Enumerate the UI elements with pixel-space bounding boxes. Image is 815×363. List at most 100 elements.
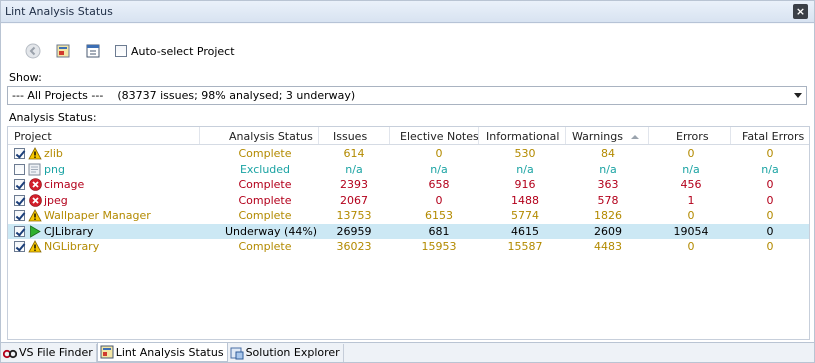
tab-lint-analysis-status[interactable]: Lint Analysis Status [96, 343, 228, 362]
lint-panel: Auto-select Project Show: --- All Projec… [1, 24, 814, 342]
column-header-issues[interactable]: Issues [333, 130, 367, 143]
informational-cell: n/a [516, 162, 534, 176]
tab-label: Solution Explorer [245, 346, 340, 359]
project-cell: NGLibrary [14, 239, 99, 254]
project-cell: CJLibrary [14, 224, 93, 239]
column-divider[interactable] [648, 127, 649, 144]
column-header-fatal-errors[interactable]: Fatal Errors [742, 130, 804, 143]
informational-cell: 916 [514, 178, 536, 191]
informational-cell: 15587 [507, 240, 543, 253]
window-title: Lint Analysis Status [5, 5, 113, 18]
project-checkbox[interactable] [14, 163, 25, 175]
project-filter-dropdown[interactable]: --- All Projects --- (83737 issues; 98% a… [7, 86, 807, 105]
back-icon[interactable] [25, 43, 41, 59]
informational-cell: 1488 [511, 193, 539, 207]
elective-notes-cell: n/a [430, 162, 448, 176]
errors-cell: 1 [687, 193, 695, 207]
project-checkbox[interactable] [14, 241, 25, 252]
table-row[interactable]: jpeg Complete 2067 0 1488 578 1 0 [8, 193, 809, 208]
column-header-elective-notes[interactable]: Elective Notes [400, 130, 479, 143]
issues-cell: 36023 [336, 240, 372, 253]
column-divider[interactable] [730, 127, 731, 144]
toolbar: Auto-select Project [25, 42, 235, 60]
fatal-errors-cell: 0 [766, 209, 774, 222]
issues-cell: 614 [343, 147, 365, 160]
elective-notes-cell: 681 [428, 224, 450, 238]
table-row[interactable]: NGLibrary Complete 36023 15953 15587 4483 0 0 [8, 239, 809, 254]
auto-select-checkbox[interactable] [115, 45, 127, 57]
table-row[interactable]: CJLibrary Underway (44%) 26959 681 4615 2609 1… [8, 223, 809, 239]
project-checkbox[interactable] [14, 210, 25, 221]
issues-cell: 2393 [340, 178, 368, 191]
issues-cell: n/a [345, 162, 363, 176]
column-header-warnings[interactable]: Warnings [572, 130, 639, 143]
project-checkbox[interactable] [14, 225, 25, 237]
analysis-status-cell: Complete [238, 193, 292, 207]
project-name: Wallpaper Manager [44, 209, 151, 222]
project-checkbox[interactable] [14, 194, 25, 206]
issues-cell: 26959 [336, 224, 372, 238]
table-row[interactable]: png Excluded n/a n/a n/a n/a n/a n/a [8, 162, 809, 177]
error-icon [28, 178, 42, 192]
column-divider[interactable] [565, 127, 566, 144]
elective-notes-cell: 0 [435, 193, 443, 207]
auto-select-project[interactable]: Auto-select Project [115, 45, 235, 58]
tab-vs-file-finder[interactable]: VS File Finder [1, 343, 97, 362]
project-name: jpeg [44, 193, 68, 207]
analysis-status-cell: Underway (44%) [225, 224, 318, 238]
fatal-errors-cell: 0 [766, 178, 774, 191]
table-row[interactable]: Wallpaper Manager Complete 13753 6153 5774 18… [8, 208, 809, 223]
column-header-analysis-status[interactable]: Analysis Status [229, 130, 313, 143]
errors-cell: 19054 [673, 224, 709, 238]
analyse-project-icon[interactable] [55, 43, 71, 59]
error-icon [28, 193, 42, 207]
filter-summary: (83737 issues; 98% analysed; 3 underway) [117, 89, 356, 102]
file-finder-icon [3, 346, 17, 360]
project-filter-value: --- All Projects --- (83737 issues; 98% a… [12, 89, 355, 102]
column-header-informational[interactable]: Informational [486, 130, 559, 143]
tab-label: VS File Finder [19, 346, 93, 359]
refresh-analysis-icon[interactable] [85, 43, 101, 59]
project-cell: cimage [14, 177, 84, 192]
column-divider[interactable] [478, 127, 479, 144]
column-header-project[interactable]: Project [14, 130, 52, 143]
column-divider[interactable] [389, 127, 390, 144]
sort-ascending-icon [630, 135, 639, 139]
table-row[interactable]: zlib Complete 614 0 530 84 0 0 [8, 146, 809, 161]
elective-notes-cell: 15953 [421, 240, 457, 253]
column-divider[interactable] [199, 127, 200, 144]
project-name: png [44, 162, 65, 176]
fatal-errors-cell: 0 [766, 224, 774, 238]
analysis-status-cell: Complete [238, 178, 292, 191]
fatal-errors-cell: 0 [766, 193, 774, 207]
elective-notes-cell: 0 [435, 147, 443, 160]
warnings-cell: n/a [599, 162, 617, 176]
errors-cell: 456 [680, 178, 702, 191]
chevron-down-icon[interactable] [794, 93, 802, 98]
warning-icon [28, 147, 42, 161]
warnings-cell: 4483 [594, 240, 622, 253]
title-bar: Lint Analysis Status × [1, 1, 814, 23]
errors-cell: 0 [687, 147, 695, 160]
fatal-errors-cell: n/a [761, 162, 779, 176]
tab-solution-explorer[interactable]: Solution Explorer [228, 343, 344, 362]
informational-cell: 4615 [511, 224, 539, 238]
informational-cell: 5774 [511, 209, 539, 222]
analysis-status-label: Analysis Status: [9, 111, 97, 124]
issues-cell: 13753 [336, 209, 372, 222]
close-icon[interactable]: × [793, 4, 808, 19]
errors-cell: 0 [687, 240, 695, 253]
column-header-errors[interactable]: Errors [676, 130, 709, 143]
auto-select-label: Auto-select Project [131, 44, 235, 58]
project-checkbox[interactable] [14, 179, 25, 190]
warnings-cell: 2609 [594, 224, 622, 238]
analysis-status-cell: Complete [238, 240, 292, 253]
table-header: Project Analysis Status Issues Elective … [8, 127, 809, 145]
warnings-cell: 578 [597, 193, 619, 207]
bottom-tab-bar: VS File Finder Lint Analysis Status Solu… [1, 342, 814, 362]
table-row[interactable]: cimage Complete 2393 658 916 363 456 0 [8, 177, 809, 192]
warning-icon [28, 240, 42, 254]
column-divider[interactable] [318, 127, 319, 144]
project-checkbox[interactable] [14, 148, 25, 159]
errors-cell: 0 [687, 209, 695, 222]
